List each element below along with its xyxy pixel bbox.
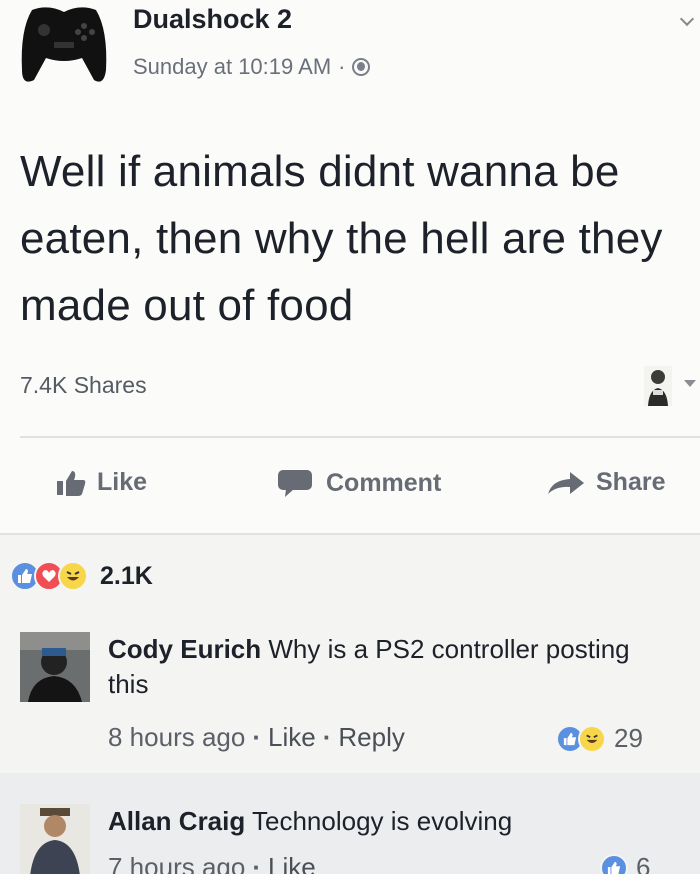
comment-button[interactable]: Comment	[276, 468, 441, 498]
comment-time[interactable]: 8 hours ago	[108, 722, 245, 753]
speech-bubble-icon	[278, 470, 312, 497]
post-author[interactable]: Dualshock 2	[133, 4, 292, 35]
thumbs-up-icon	[57, 470, 86, 496]
post-time[interactable]: Sunday at 10:19 AM	[133, 54, 331, 80]
separator: ·	[252, 852, 261, 874]
like-button-label: Like	[97, 468, 148, 496]
commenter-name[interactable]: Allan Craig	[108, 806, 245, 836]
separator: ·	[322, 722, 332, 752]
comment-like-link[interactable]: Like	[268, 722, 316, 753]
globe-icon	[352, 58, 371, 76]
comment-meta: 8 hours ago · Like · Reply	[108, 722, 405, 753]
reaction-count: 2.1K	[100, 561, 153, 590]
comments-section: 2.1K Cody Eurich Why is a PS2 controller…	[0, 537, 700, 874]
comment-reply-link[interactable]: Reply	[338, 722, 404, 753]
commenter-avatar[interactable]	[20, 804, 90, 874]
haha-icon	[58, 561, 88, 591]
comment-meta: 7 hours ago · Like	[108, 852, 316, 874]
comment-button-label: Comment	[326, 468, 442, 497]
comment-like-link[interactable]: Like	[268, 852, 316, 874]
comment-body: Cody Eurich Why is a PS2 controller post…	[108, 632, 668, 702]
comment-item: Cody Eurich Why is a PS2 controller post…	[0, 632, 700, 772]
comment-text: Technology is evolving	[252, 806, 513, 836]
share-arrow-icon	[548, 471, 584, 494]
commenter-name[interactable]: Cody Eurich	[108, 634, 261, 664]
divider	[0, 533, 700, 535]
comment-item: Allan Craig Technology is evolving 7 hou…	[0, 802, 700, 874]
post-meta: Sunday at 10:19 AM ·	[133, 54, 371, 80]
haha-icon	[578, 724, 606, 753]
audience-chevron-down-icon[interactable]	[684, 380, 696, 387]
controller-avatar[interactable]	[18, 0, 110, 88]
reactions-summary[interactable]: 2.1K	[10, 561, 153, 591]
share-button-label: Share	[596, 468, 666, 496]
like-button[interactable]: Like	[55, 468, 147, 497]
like-icon	[600, 853, 628, 874]
share-button[interactable]: Share	[546, 468, 665, 497]
shares-count[interactable]: 7.4K Shares	[20, 372, 147, 399]
meta-separator: ·	[338, 54, 346, 79]
divider	[20, 436, 700, 438]
post-actions-bar: Like Comment Share	[0, 448, 700, 524]
comment-time[interactable]: 7 hours ago	[108, 852, 245, 874]
comment-reaction-count: 29	[614, 723, 643, 753]
viewer-avatar[interactable]	[644, 366, 672, 406]
commenter-avatar[interactable]	[20, 632, 90, 702]
comment-reactions[interactable]: 29	[556, 723, 643, 754]
comment-body: Allan Craig Technology is evolving	[108, 804, 668, 839]
comment-reactions[interactable]: 6	[600, 852, 650, 874]
post-text: Well if animals didnt wanna be eaten, th…	[20, 147, 663, 330]
post-card: Dualshock 2 Sunday at 10:19 AM · Well if…	[0, 0, 700, 535]
separator: ·	[252, 722, 261, 752]
comment-reaction-count: 6	[636, 852, 651, 874]
post-options-chevron-icon[interactable]	[679, 11, 695, 27]
